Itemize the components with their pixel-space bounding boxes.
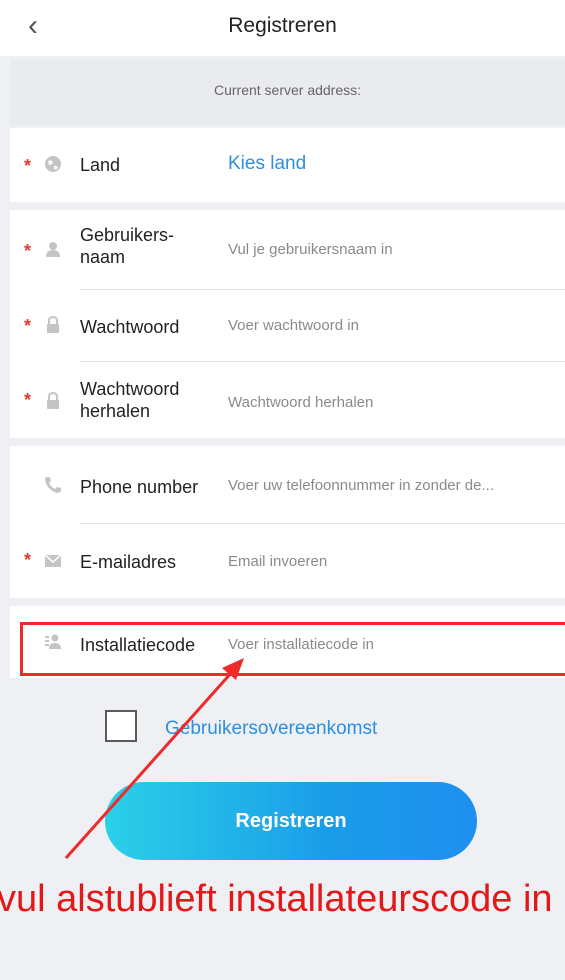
password-repeat-label-line2: herhalen <box>80 401 151 421</box>
register-button[interactable]: Registreren <box>105 782 477 860</box>
server-address-bar: Current server address: <box>10 60 565 125</box>
land-row[interactable]: * Land Kies land <box>10 128 565 202</box>
password-input[interactable]: Voer wachtwoord in <box>228 317 359 334</box>
username-row: * Gebruikers- naam Vul je gebruikersnaam… <box>10 210 565 290</box>
password-row: * Wachtwoord Voer wachtwoord in <box>10 290 565 362</box>
required-marker: * <box>24 156 32 176</box>
lock-icon <box>47 316 59 333</box>
username-label-line1: Gebruikers- <box>80 225 175 245</box>
required-marker: * <box>24 316 32 336</box>
server-address-label: Current server address: <box>213 82 362 98</box>
required-marker: * <box>24 241 32 261</box>
email-row: * E-mailadres Email invoeren <box>10 524 565 598</box>
user-icon <box>46 242 60 257</box>
required-marker: * <box>24 550 32 570</box>
mail-icon <box>44 554 62 567</box>
page-title: Registreren <box>228 14 337 37</box>
username-label-line2: naam <box>80 247 126 267</box>
phone-row: Phone number Voer uw telefoonnummer in z… <box>10 446 565 524</box>
email-label: E-mailadres <box>80 552 177 572</box>
agreement-checkbox[interactable] <box>105 710 137 742</box>
password-repeat-input[interactable]: Wachtwoord herhalen <box>228 394 373 411</box>
phone-input[interactable]: Voer uw telefoonnummer in zonder de... <box>228 477 553 494</box>
agreement-link[interactable]: Gebruikersovereenkomst <box>165 718 377 740</box>
password-repeat-label: Wachtwoord herhalen <box>80 378 179 422</box>
phone-icon <box>45 477 61 493</box>
highlight-box <box>20 622 565 676</box>
country-select[interactable]: Kies land <box>228 153 306 175</box>
password-label: Wachtwoord <box>80 317 180 337</box>
required-marker: * <box>24 390 32 410</box>
annotation-text: vul alstublieft installateurscode in <box>0 878 553 920</box>
password-repeat-label-line1: Wachtwoord <box>80 379 180 399</box>
username-input[interactable]: Vul je gebruikersnaam in <box>228 241 393 258</box>
password-repeat-row: * Wachtwoord herhalen Wachtwoord herhale… <box>10 362 565 438</box>
username-label: Gebruikers- naam <box>80 224 174 268</box>
land-label: Land <box>80 155 121 175</box>
globe-icon <box>45 156 61 172</box>
agreement-row: Gebruikersovereenkomst <box>0 706 565 756</box>
email-input[interactable]: Email invoeren <box>228 553 327 570</box>
top-bar: ‹ Registreren <box>0 0 565 56</box>
lock-icon <box>47 392 59 409</box>
phone-label: Phone number <box>80 477 199 497</box>
